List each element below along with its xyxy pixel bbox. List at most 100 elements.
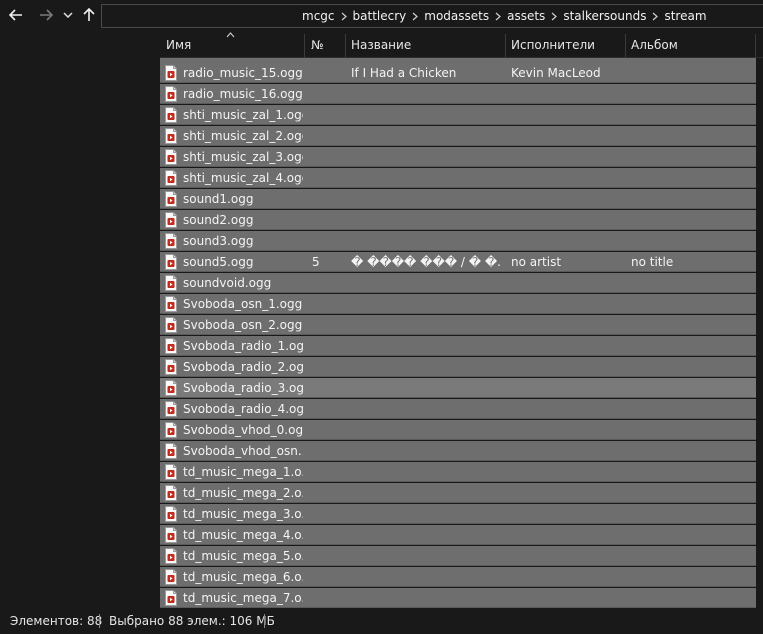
file-row[interactable]: sound5.ogg 5 � ���� ��� / � �... no artist n… (160, 252, 756, 272)
vertical-scrollbar[interactable] (756, 58, 763, 608)
file-album-cell (631, 273, 751, 293)
audio-file-icon (165, 359, 177, 375)
file-row[interactable]: td_music_mega_3.o... (160, 504, 756, 524)
file-title-cell (351, 462, 501, 482)
column-header-artists[interactable]: Исполнители (505, 31, 625, 58)
chevron-right-icon[interactable] (652, 12, 659, 21)
file-row[interactable]: shti_music_zal_1.ogg (160, 105, 756, 125)
file-number-cell (312, 294, 346, 314)
file-album-cell (631, 483, 751, 503)
file-row[interactable]: radio_music_15.ogg If I Had a Chicken Kevi… (160, 63, 756, 83)
breadcrumb-item[interactable]: stalkersounds (563, 9, 646, 23)
file-artists-cell (511, 525, 626, 545)
chevron-right-icon[interactable] (412, 12, 419, 21)
file-artists-cell (511, 441, 626, 461)
column-header-name[interactable]: Имя (160, 31, 304, 58)
file-album-cell (631, 357, 751, 377)
file-title-cell (351, 210, 501, 230)
item-count: Элементов: 88 (10, 614, 103, 628)
breadcrumb: mcgc battlecry modassets assets stalkers… (302, 4, 707, 28)
file-artists-cell (511, 336, 626, 356)
file-name-cell: Svoboda_vhod_osn... (183, 444, 303, 458)
forward-button[interactable] (36, 4, 56, 26)
navigation-pane[interactable] (0, 31, 160, 608)
audio-file-icon (165, 191, 177, 207)
file-row[interactable]: td_music_mega_4.o... (160, 525, 756, 545)
file-row[interactable]: shti_music_zal_3.ogg (160, 147, 756, 167)
file-album-cell (631, 399, 751, 419)
file-row[interactable]: Svoboda_osn_2.ogg (160, 315, 756, 335)
chevron-right-icon[interactable] (341, 12, 347, 21)
file-row[interactable]: td_music_mega_2.o... (160, 483, 756, 503)
back-button[interactable] (6, 4, 26, 26)
file-album-cell (631, 378, 751, 398)
breadcrumb-item[interactable]: modassets (424, 9, 489, 23)
file-row[interactable]: sound3.ogg (160, 231, 756, 251)
audio-file-icon (165, 506, 177, 522)
column-header-album[interactable]: Альбом (625, 31, 755, 58)
file-row[interactable]: td_music_mega_6.o... (160, 567, 756, 587)
file-artists-cell (511, 147, 626, 167)
file-row[interactable]: Svoboda_radio_1.ogg (160, 336, 756, 356)
file-number-cell (312, 357, 346, 377)
file-name-cell: Svoboda_radio_4.ogg (183, 402, 303, 416)
file-number-cell (312, 63, 346, 83)
breadcrumb-item[interactable]: mcgc (302, 9, 335, 23)
file-row[interactable]: radio_music_16.ogg (160, 84, 756, 104)
breadcrumb-item[interactable]: stream (664, 9, 706, 23)
file-title-cell (351, 336, 501, 356)
file-title-cell (351, 273, 501, 293)
audio-file-icon (165, 128, 177, 144)
audio-file-icon (165, 485, 177, 501)
file-title-cell (351, 525, 501, 545)
file-title-cell (351, 294, 501, 314)
file-row[interactable]: Svoboda_vhod_osn... (160, 441, 756, 461)
audio-file-icon (165, 464, 177, 480)
file-number-cell (312, 483, 346, 503)
file-row[interactable]: td_music_mega_5.o... (160, 546, 756, 566)
column-divider[interactable] (755, 34, 756, 58)
file-name-cell: td_music_mega_7.o... (183, 591, 303, 605)
file-row[interactable]: soundvoid.ogg (160, 273, 756, 293)
file-row[interactable]: Svoboda_radio_4.ogg (160, 399, 756, 419)
audio-file-icon (165, 380, 177, 396)
file-name-cell: sound2.ogg (183, 213, 254, 227)
file-artists-cell (511, 483, 626, 503)
file-number-cell (312, 84, 346, 104)
sort-ascending-icon (226, 32, 235, 38)
file-title-cell (351, 231, 501, 251)
arrow-up-icon (83, 8, 95, 21)
file-album-cell (631, 420, 751, 440)
file-number-cell (312, 168, 346, 188)
column-header-title[interactable]: Название (345, 31, 505, 58)
arrow-left-icon (9, 9, 22, 21)
file-row[interactable]: shti_music_zal_2.ogg (160, 126, 756, 146)
file-name-cell: td_music_mega_3.o... (183, 507, 303, 521)
file-list[interactable]: Имя № Название Исполнители Альбом radio_… (160, 31, 763, 608)
up-button[interactable] (80, 4, 98, 26)
file-title-cell (351, 399, 501, 419)
file-name-cell: td_music_mega_2.o... (183, 486, 303, 500)
file-artists-cell (511, 105, 626, 125)
file-row[interactable]: td_music_mega_1.o... (160, 462, 756, 482)
file-row[interactable]: Svoboda_vhod_0.ogg (160, 420, 756, 440)
breadcrumb-item[interactable]: battlecry (353, 9, 407, 23)
chevron-right-icon[interactable] (551, 12, 558, 21)
recent-locations-button[interactable] (61, 4, 75, 26)
file-row[interactable]: sound2.ogg (160, 210, 756, 230)
file-number-cell (312, 105, 346, 125)
file-number-cell (312, 504, 346, 524)
breadcrumb-item[interactable]: assets (507, 9, 545, 23)
file-title-cell (351, 84, 501, 104)
file-row[interactable]: shti_music_zal_4.ogg (160, 168, 756, 188)
chevron-right-icon[interactable] (495, 12, 502, 21)
file-title-cell: � ���� ��� / � �... (351, 255, 501, 269)
file-row[interactable]: Svoboda_radio_3.ogg (160, 378, 756, 398)
file-number-cell (312, 525, 346, 545)
file-row[interactable]: Svoboda_radio_2.ogg (160, 357, 756, 377)
file-row[interactable]: sound1.ogg (160, 189, 756, 209)
file-row[interactable]: td_music_mega_7.o... (160, 588, 756, 608)
file-artists-cell: Kevin MacLeod (511, 66, 601, 80)
file-row[interactable]: Svoboda_osn_1.ogg (160, 294, 756, 314)
column-header-number[interactable]: № (305, 31, 345, 58)
